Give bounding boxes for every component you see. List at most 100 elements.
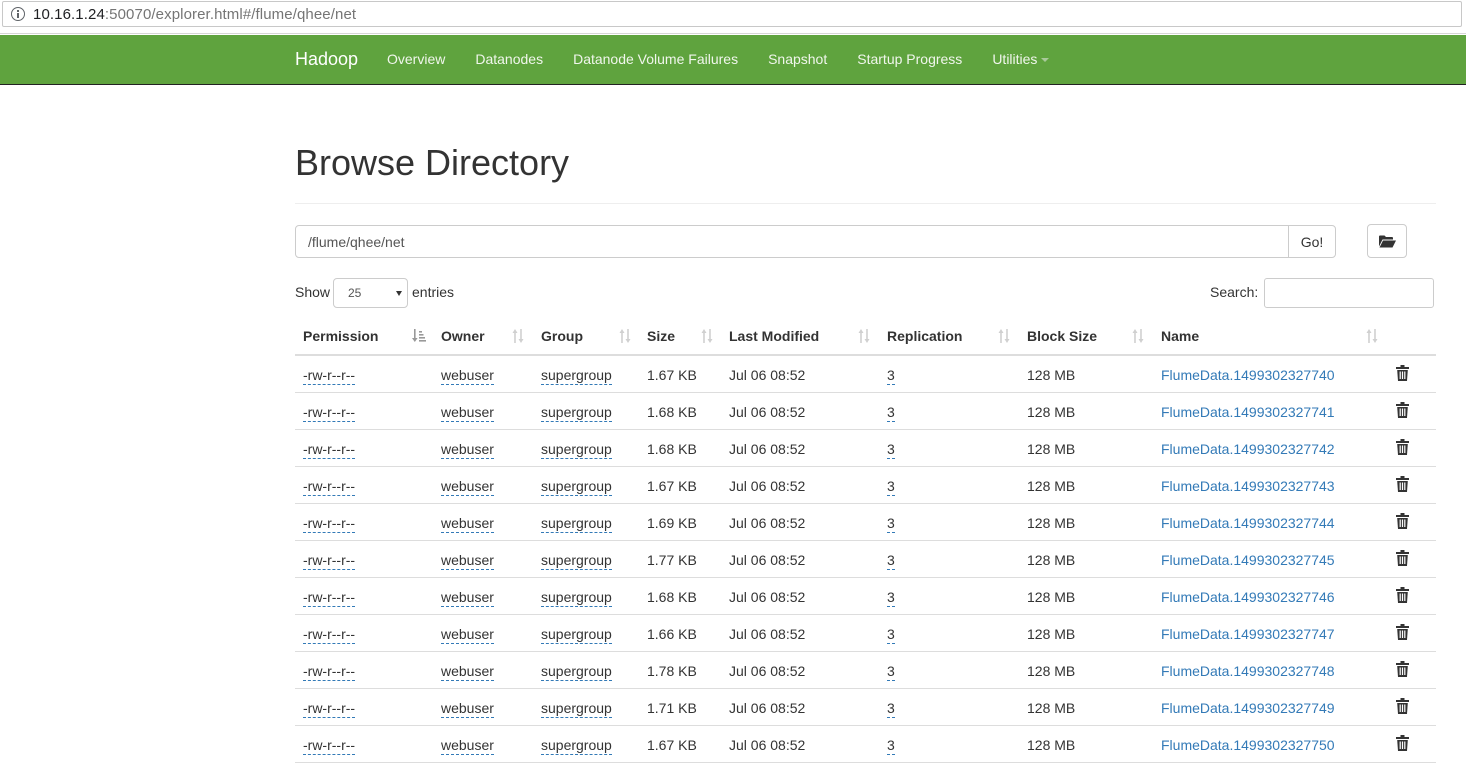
trash-icon[interactable]	[1396, 402, 1409, 418]
file-name-link[interactable]: FlumeData.1499302327745	[1161, 552, 1335, 568]
permission-cell[interactable]: -rw-r--r--	[303, 663, 356, 681]
file-name-link[interactable]: FlumeData.1499302327750	[1161, 737, 1335, 753]
trash-icon[interactable]	[1396, 587, 1409, 603]
permission-cell[interactable]: -rw-r--r--	[303, 700, 356, 718]
group-cell[interactable]: supergroup	[541, 589, 612, 607]
group-cell[interactable]: supergroup	[541, 404, 612, 422]
group-cell[interactable]: supergroup	[541, 515, 612, 533]
file-name-link[interactable]: FlumeData.1499302327743	[1161, 478, 1335, 494]
sort-both-icon[interactable]	[1366, 329, 1378, 343]
nav-utilities-label: Utilities	[992, 51, 1038, 67]
brand-logo[interactable]: Hadoop	[295, 49, 358, 70]
nav-overview[interactable]: Overview	[372, 35, 460, 85]
file-name-link[interactable]: FlumeData.1499302327742	[1161, 441, 1335, 457]
owner-cell[interactable]: webuser	[441, 626, 494, 644]
nav-startup-progress[interactable]: Startup Progress	[842, 35, 977, 85]
nav-datanode-volume-failures[interactable]: Datanode Volume Failures	[558, 35, 753, 85]
file-name-link[interactable]: FlumeData.1499302327744	[1161, 515, 1335, 531]
replication-cell[interactable]: 3	[887, 737, 895, 755]
trash-icon[interactable]	[1396, 661, 1409, 677]
trash-icon[interactable]	[1396, 624, 1409, 640]
owner-cell[interactable]: webuser	[441, 478, 494, 496]
file-name-link[interactable]: FlumeData.1499302327747	[1161, 626, 1335, 642]
group-cell[interactable]: supergroup	[541, 626, 612, 644]
permission-cell[interactable]: -rw-r--r--	[303, 552, 356, 570]
nav-datanodes[interactable]: Datanodes	[460, 35, 558, 85]
url-text[interactable]: 10.16.1.24:50070/explorer.html#/flume/qh…	[33, 6, 356, 23]
permission-cell[interactable]: -rw-r--r--	[303, 737, 356, 755]
replication-cell[interactable]: 3	[887, 552, 895, 570]
col-header-group[interactable]: Group	[541, 328, 583, 344]
permission-cell[interactable]: -rw-r--r--	[303, 367, 356, 385]
col-header-permission[interactable]: Permission	[303, 328, 378, 344]
trash-icon[interactable]	[1396, 365, 1409, 381]
sort-both-icon[interactable]	[619, 329, 631, 343]
nav-snapshot[interactable]: Snapshot	[753, 35, 842, 85]
go-button[interactable]: Go!	[1288, 225, 1336, 258]
group-cell[interactable]: supergroup	[541, 441, 612, 459]
owner-cell[interactable]: webuser	[441, 737, 494, 755]
permission-cell[interactable]: -rw-r--r--	[303, 404, 356, 422]
replication-cell[interactable]: 3	[887, 626, 895, 644]
col-header-size[interactable]: Size	[647, 328, 675, 344]
group-cell[interactable]: supergroup	[541, 663, 612, 681]
owner-cell[interactable]: webuser	[441, 700, 494, 718]
col-header-block-size[interactable]: Block Size	[1027, 328, 1097, 344]
trash-icon[interactable]	[1396, 550, 1409, 566]
trash-icon[interactable]	[1396, 476, 1409, 492]
create-directory-button[interactable]	[1367, 224, 1407, 258]
owner-cell[interactable]: webuser	[441, 589, 494, 607]
file-name-link[interactable]: FlumeData.1499302327749	[1161, 700, 1335, 716]
group-cell[interactable]: supergroup	[541, 737, 612, 755]
sort-both-icon[interactable]	[512, 329, 524, 343]
col-header-last-modified[interactable]: Last Modified	[729, 328, 819, 344]
trash-icon[interactable]	[1396, 513, 1409, 529]
owner-cell[interactable]: webuser	[441, 663, 494, 681]
info-icon[interactable]	[11, 7, 25, 21]
size-cell: 1.77 KB	[647, 552, 697, 568]
trash-icon[interactable]	[1396, 735, 1409, 751]
owner-cell[interactable]: webuser	[441, 367, 494, 385]
search-input[interactable]	[1264, 278, 1434, 308]
replication-cell[interactable]: 3	[887, 441, 895, 459]
sort-both-icon[interactable]	[1132, 329, 1144, 343]
replication-cell[interactable]: 3	[887, 700, 895, 718]
owner-cell[interactable]: webuser	[441, 552, 494, 570]
col-header-owner[interactable]: Owner	[441, 328, 485, 344]
group-cell[interactable]: supergroup	[541, 367, 612, 385]
url-field[interactable]: 10.16.1.24:50070/explorer.html#/flume/qh…	[2, 1, 1462, 27]
file-name-link[interactable]: FlumeData.1499302327740	[1161, 367, 1335, 383]
sort-both-icon[interactable]	[701, 329, 713, 343]
file-name-link[interactable]: FlumeData.1499302327741	[1161, 404, 1335, 420]
permission-cell[interactable]: -rw-r--r--	[303, 626, 356, 644]
entries-per-page-select[interactable]: 25	[333, 278, 408, 308]
trash-icon[interactable]	[1396, 698, 1409, 714]
path-input[interactable]	[295, 225, 1289, 258]
select-arrow-icon	[396, 291, 402, 296]
permission-cell[interactable]: -rw-r--r--	[303, 441, 356, 459]
group-cell[interactable]: supergroup	[541, 478, 612, 496]
replication-cell[interactable]: 3	[887, 663, 895, 681]
trash-icon[interactable]	[1396, 439, 1409, 455]
owner-cell[interactable]: webuser	[441, 404, 494, 422]
col-header-name[interactable]: Name	[1161, 328, 1199, 344]
sort-ascending-icon[interactable]	[412, 329, 426, 343]
owner-cell[interactable]: webuser	[441, 441, 494, 459]
file-name-link[interactable]: FlumeData.1499302327748	[1161, 663, 1335, 679]
replication-cell[interactable]: 3	[887, 404, 895, 422]
replication-cell[interactable]: 3	[887, 515, 895, 533]
replication-cell[interactable]: 3	[887, 367, 895, 385]
permission-cell[interactable]: -rw-r--r--	[303, 589, 356, 607]
col-header-replication[interactable]: Replication	[887, 328, 962, 344]
group-cell[interactable]: supergroup	[541, 552, 612, 570]
permission-cell[interactable]: -rw-r--r--	[303, 478, 356, 496]
replication-cell[interactable]: 3	[887, 478, 895, 496]
sort-both-icon[interactable]	[858, 329, 870, 343]
sort-both-icon[interactable]	[998, 329, 1010, 343]
owner-cell[interactable]: webuser	[441, 515, 494, 533]
group-cell[interactable]: supergroup	[541, 700, 612, 718]
file-name-link[interactable]: FlumeData.1499302327746	[1161, 589, 1335, 605]
nav-utilities-dropdown[interactable]: Utilities	[977, 35, 1064, 85]
replication-cell[interactable]: 3	[887, 589, 895, 607]
permission-cell[interactable]: -rw-r--r--	[303, 515, 356, 533]
